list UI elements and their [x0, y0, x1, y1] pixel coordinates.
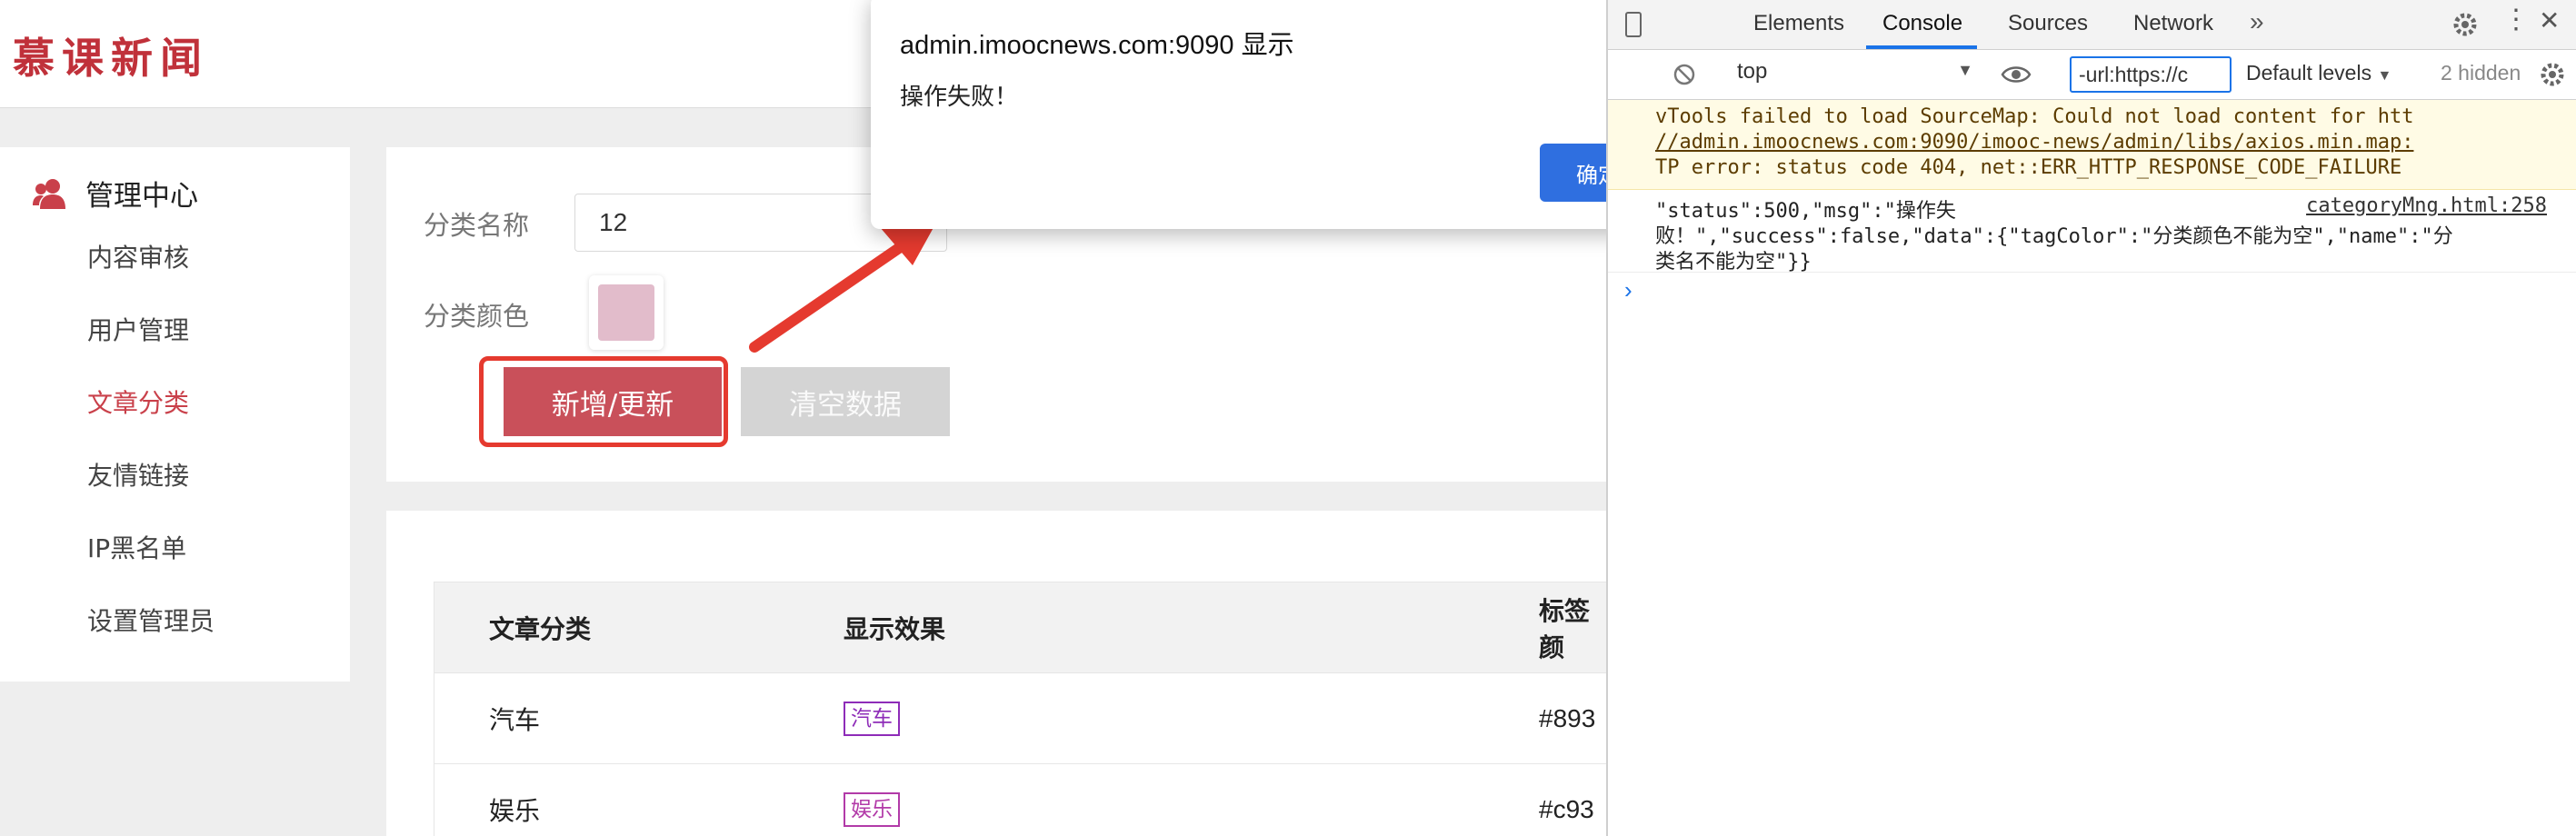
console-warning-message: vTools failed to load SourceMap: Could n… [1608, 100, 2576, 190]
log-source-link[interactable]: categoryMng.html:258 [2306, 194, 2547, 217]
kebab-menu-icon[interactable]: ⋮ [2502, 4, 2530, 35]
filter-value: -url:https://c [2079, 63, 2189, 86]
console-settings-icon[interactable] [2539, 61, 2566, 88]
settings-gear-icon[interactable] [2451, 11, 2479, 38]
console-toolbar: top ▼ -url:https://c Default levels ▼ 2 … [1608, 50, 2576, 100]
chevron-down-icon: ▼ [2377, 68, 2392, 84]
chevron-down-icon: ▼ [1957, 61, 1973, 79]
devtools-tab-bar: Elements Console Sources Network » ⋮ ✕ [1608, 0, 2576, 50]
log-levels-dropdown[interactable]: Default levels ▼ [2246, 61, 2391, 85]
alert-dialog: admin.imoocnews.com:9090 显示 操作失败！ 确定 [871, 0, 1660, 229]
dialog-message: 操作失败！ [900, 84, 1019, 111]
dialog-title: admin.imoocnews.com:9090 显示 [900, 31, 1294, 60]
tab-network[interactable]: Network [2133, 11, 2213, 36]
warning-link[interactable]: //admin.imoocnews.com:9090/imooc-news/ad… [1655, 131, 2413, 154]
close-icon[interactable]: ✕ [2539, 5, 2560, 35]
log-line: 类名不能为空"}} [1655, 251, 1812, 274]
console-filter-input[interactable]: -url:https://c [2070, 56, 2232, 93]
console-log-message: "status":500,"msg":"操作失 categoryMng.html… [1608, 190, 2576, 274]
context-selector[interactable]: top ▼ [1737, 59, 1973, 90]
more-tabs-icon[interactable]: » [2250, 7, 2264, 36]
device-toggle-icon[interactable] [1619, 11, 1646, 38]
tab-console[interactable]: Console [1882, 11, 1962, 36]
eye-icon[interactable] [2001, 61, 2032, 88]
devtools-panel: Elements Console Sources Network » ⋮ ✕ t… [1606, 0, 2576, 836]
tab-sources[interactable]: Sources [2008, 11, 2088, 36]
context-value: top [1737, 59, 1768, 84]
console-prompt-icon[interactable]: › [1624, 276, 1632, 304]
warning-line: vTools failed to load SourceMap: Could n… [1655, 105, 2414, 128]
active-tab-indicator [1866, 45, 1977, 49]
levels-value: Default levels [2246, 61, 2372, 85]
warning-line: TP error: status code 404, net::ERR_HTTP… [1655, 156, 2402, 179]
tab-elements[interactable]: Elements [1753, 11, 1844, 36]
hidden-count: 2 hidden [2441, 61, 2521, 85]
clear-console-icon[interactable] [1672, 62, 1697, 87]
